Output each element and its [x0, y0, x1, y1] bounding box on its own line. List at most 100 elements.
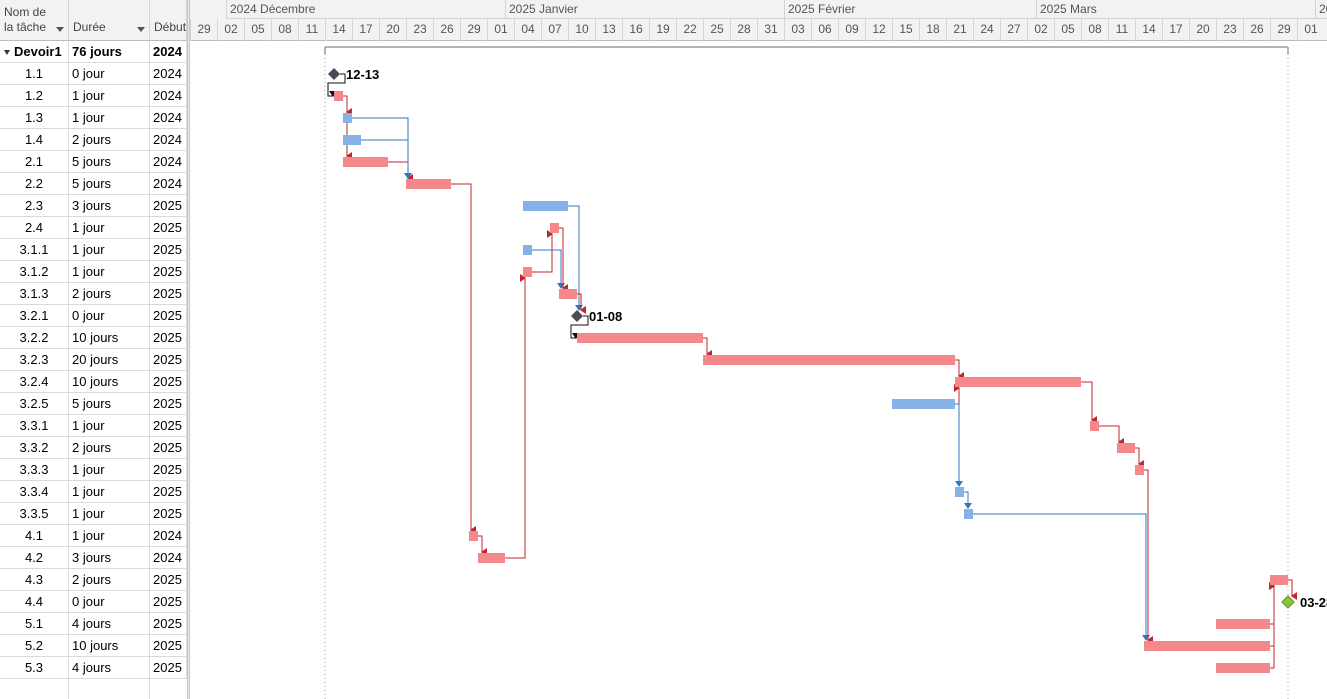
critical-task-bar[interactable] [550, 223, 559, 233]
dependency-link [1099, 425, 1124, 446]
critical-task-bar[interactable] [955, 377, 1081, 387]
timescale-day: 20 [1189, 19, 1216, 41]
dependency-link [954, 384, 960, 405]
critical-task-bar[interactable] [1135, 465, 1144, 475]
timescale-day: 24 [973, 19, 1000, 41]
timescale-day: 09 [838, 19, 865, 41]
dependency-link [964, 491, 972, 509]
critical-task-bar[interactable] [1117, 443, 1135, 453]
gantt-chart: 12-13 01-08 03-28 [324, 46, 1327, 699]
task-bar[interactable] [523, 245, 532, 255]
timescale-day: 23 [406, 19, 433, 41]
milestone-label[interactable]: 01-08 [589, 309, 622, 324]
timescale-day: 22 [676, 19, 703, 41]
dependency-link [973, 513, 1150, 641]
column-header-duration-label: Durée [73, 20, 106, 34]
column-header-task-name-label: Nom de la tâche [4, 5, 47, 34]
timescale-day: 23 [1216, 19, 1243, 41]
task-grid: Nom de la tâche Durée Début Devoir1 76 j… [0, 0, 187, 699]
critical-task-bar[interactable] [478, 553, 505, 563]
timescale-day: 02 [1027, 19, 1054, 41]
critical-task-bar[interactable] [1216, 663, 1270, 673]
dropdown-arrow-icon[interactable] [137, 27, 145, 32]
timescale-day: 11 [1108, 19, 1135, 41]
timescale-day: 29 [1270, 19, 1297, 41]
dependency-link [532, 230, 553, 273]
timescale-day: 16 [622, 19, 649, 41]
critical-task-bar[interactable] [559, 289, 577, 299]
task-bar[interactable] [343, 135, 361, 145]
timescale-day: 28 [730, 19, 757, 41]
timescale-day: 02 [217, 19, 244, 41]
timescale-day: 25 [703, 19, 730, 41]
milestone-diamond[interactable] [571, 310, 583, 322]
timescale-day: 20 [379, 19, 406, 41]
timescale-day: 27 [1000, 19, 1027, 41]
gantt-timeline: 2024 Décembre 2025 Janvier 2025 Février 202… [190, 0, 1327, 699]
dropdown-arrow-icon[interactable] [56, 27, 64, 32]
timescale-day: 18 [919, 19, 946, 41]
task-bar[interactable] [892, 399, 955, 409]
task-bar[interactable] [523, 201, 568, 211]
critical-task-bar[interactable] [703, 355, 955, 365]
timescale-day: 12 [865, 19, 892, 41]
dependency-link [451, 183, 476, 534]
critical-task-bar[interactable] [343, 157, 388, 167]
milestone-label[interactable]: 12-13 [346, 67, 379, 82]
milestone-label[interactable]: 03-28 [1300, 595, 1327, 610]
timescale-day: 01 [487, 19, 514, 41]
grid-empty-area [0, 41, 187, 699]
critical-task-bar[interactable] [1090, 421, 1099, 431]
timescale-header: 2024 Décembre 2025 Janvier 2025 Février 202… [190, 0, 1327, 41]
timescale-day: 11 [298, 19, 325, 41]
timescale-day: 08 [271, 19, 298, 41]
timescale-day: 06 [811, 19, 838, 41]
final-milestone-diamond[interactable] [1281, 595, 1295, 609]
dependency-link [1269, 582, 1275, 647]
timescale-month: 2025 Février [784, 0, 1036, 19]
timescale-day: 04 [514, 19, 541, 41]
dependency-link [388, 161, 413, 182]
milestone-diamond[interactable] [328, 68, 340, 80]
timescale-day: 29 [190, 19, 217, 41]
task-bar[interactable] [964, 509, 973, 519]
dependency-link [1135, 447, 1144, 468]
grid-column-divider [149, 41, 150, 699]
timescale-month: 2025 Janvier [505, 0, 784, 19]
timescale-day: 10 [568, 19, 595, 41]
timescale-day: 17 [1162, 19, 1189, 41]
timescale-day: 15 [892, 19, 919, 41]
timescale-day: 01 [1297, 19, 1324, 41]
dependency-link [343, 95, 352, 160]
task-bar[interactable] [343, 113, 352, 123]
column-header-start[interactable]: Début [150, 0, 187, 41]
critical-task-bar[interactable] [1216, 619, 1270, 629]
timescale-day: 31 [757, 19, 784, 41]
timescale-day: 26 [1243, 19, 1270, 41]
column-header-duration[interactable]: Durée [69, 0, 150, 41]
critical-task-bar[interactable] [334, 91, 343, 101]
task-bar[interactable] [955, 487, 964, 497]
timescale-day: 29 [460, 19, 487, 41]
dependency-link [352, 117, 412, 179]
timescale-day: 14 [325, 19, 352, 41]
dependency-link [1081, 381, 1097, 424]
critical-task-bar[interactable] [406, 179, 451, 189]
critical-task-bar[interactable] [577, 333, 703, 343]
timescale-day: 26 [433, 19, 460, 41]
critical-task-bar[interactable] [1144, 641, 1270, 651]
dependency-link [1269, 582, 1275, 625]
column-header-task-name[interactable]: Nom de la tâche [0, 0, 69, 41]
dependency-link [955, 403, 963, 487]
timescale-day: 05 [244, 19, 271, 41]
dependency-link [343, 95, 352, 116]
critical-task-bar[interactable] [523, 267, 532, 277]
dependency-link [1269, 582, 1275, 669]
dependency-link [1288, 579, 1297, 600]
critical-task-bar[interactable] [469, 531, 478, 541]
timescale-day: 08 [1081, 19, 1108, 41]
critical-task-bar[interactable] [1270, 575, 1288, 585]
timescale-month: 2025 Mars [1036, 0, 1315, 19]
grid-column-divider [68, 41, 69, 699]
timescale-day: 19 [649, 19, 676, 41]
